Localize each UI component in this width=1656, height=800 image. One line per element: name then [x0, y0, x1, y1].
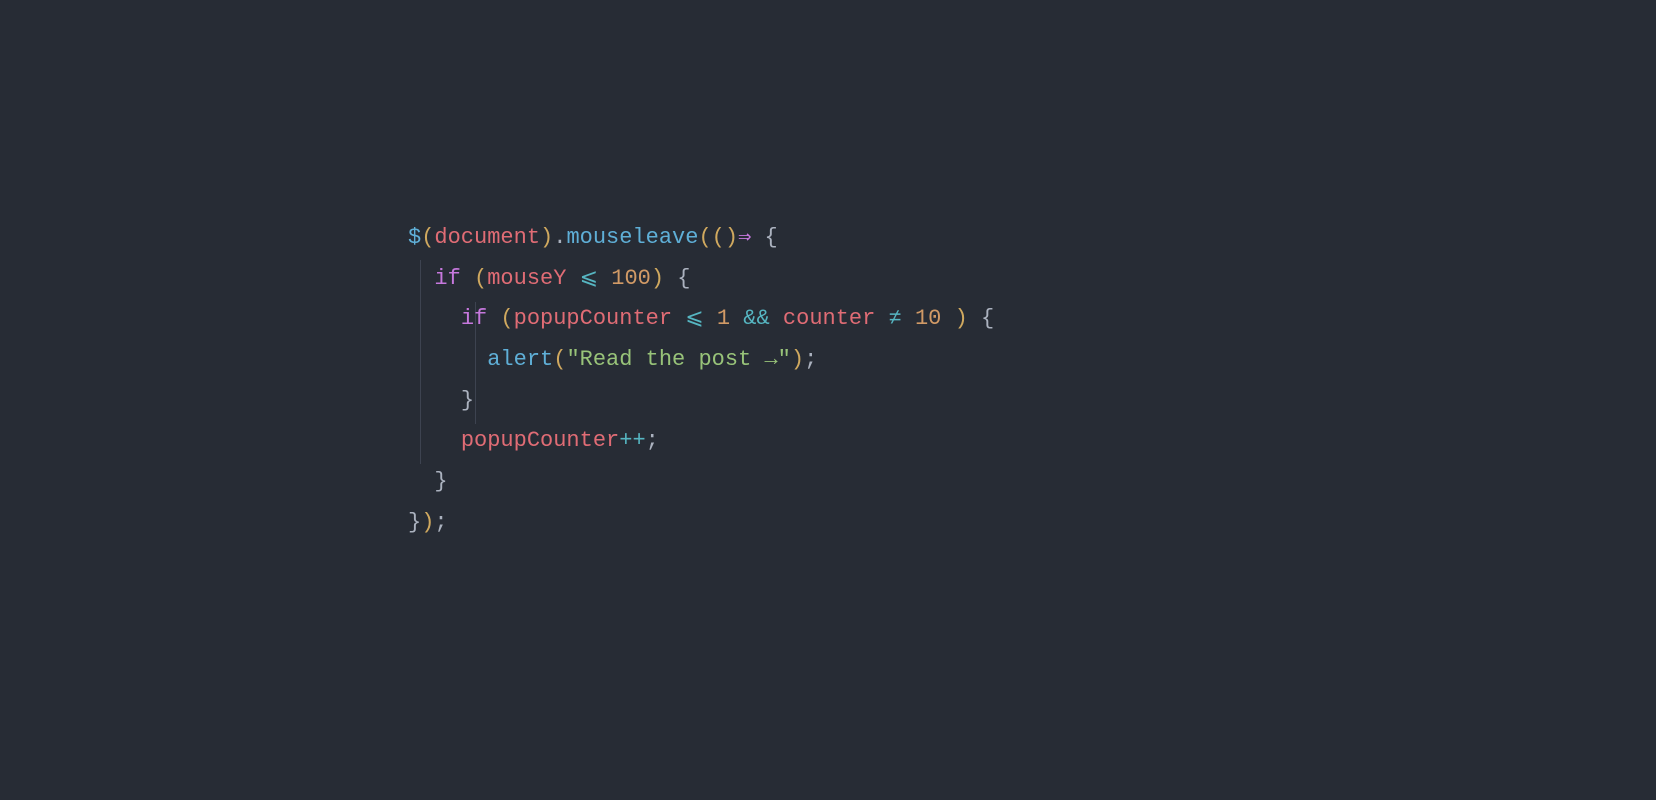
brace-token: {	[751, 225, 777, 250]
dot-token: .	[553, 225, 566, 250]
indent	[408, 428, 461, 453]
code-line: });	[408, 503, 994, 544]
method-token: mouseleave	[566, 225, 698, 250]
identifier-token: document	[434, 225, 540, 250]
indent	[408, 469, 434, 494]
paren-token: (	[500, 306, 513, 331]
number-token: 100	[611, 266, 651, 291]
identifier-token: popupCounter	[461, 428, 619, 453]
number-token: 10	[915, 306, 941, 331]
semicolon-token: ;	[646, 428, 659, 453]
paren-token: )	[791, 347, 804, 372]
arrow-token: ⇒	[738, 225, 751, 250]
jquery-token: $	[408, 225, 421, 250]
identifier-token: counter	[783, 306, 875, 331]
identifier-token: popupCounter	[514, 306, 672, 331]
indent	[408, 266, 434, 291]
code-line: alert("Read the post →");	[408, 340, 994, 381]
operator-token: ++	[619, 428, 645, 453]
brace-token: }	[408, 510, 421, 535]
paren-token: )	[651, 266, 664, 291]
paren-token: )	[421, 510, 434, 535]
code-line: }	[408, 381, 994, 422]
operator-token: ≠	[875, 306, 915, 331]
string-token: "Read the post →"	[566, 347, 790, 372]
code-editor: $(document).mouseleave(()⇒ { if (mouseY …	[0, 0, 994, 544]
semicolon-token: ;	[434, 510, 447, 535]
operator-token: ⩽	[672, 306, 717, 331]
paren-token: )	[955, 306, 968, 331]
brace-token: {	[968, 306, 994, 331]
semicolon-token: ;	[804, 347, 817, 372]
brace-token: }	[434, 469, 447, 494]
operator-token: ⩽	[566, 266, 611, 291]
paren-token: (()	[698, 225, 738, 250]
code-line: popupCounter++;	[408, 421, 994, 462]
code-line: if (mouseY ⩽ 100) {	[408, 259, 994, 300]
indent	[408, 388, 461, 413]
paren-token: )	[540, 225, 553, 250]
code-line: $(document).mouseleave(()⇒ {	[408, 218, 994, 259]
keyword-token: if	[461, 306, 487, 331]
keyword-token: if	[434, 266, 460, 291]
paren-token: (	[474, 266, 487, 291]
function-token: alert	[487, 347, 553, 372]
paren-token: (	[553, 347, 566, 372]
brace-token: {	[664, 266, 690, 291]
brace-token: }	[461, 388, 474, 413]
indent	[408, 306, 461, 331]
indent	[408, 347, 487, 372]
operator-token: &&	[730, 306, 783, 331]
code-line: if (popupCounter ⩽ 1 && counter ≠ 10 ) {	[408, 299, 994, 340]
identifier-token: mouseY	[487, 266, 566, 291]
code-line: }	[408, 462, 994, 503]
paren-token: (	[421, 225, 434, 250]
number-token: 1	[717, 306, 730, 331]
